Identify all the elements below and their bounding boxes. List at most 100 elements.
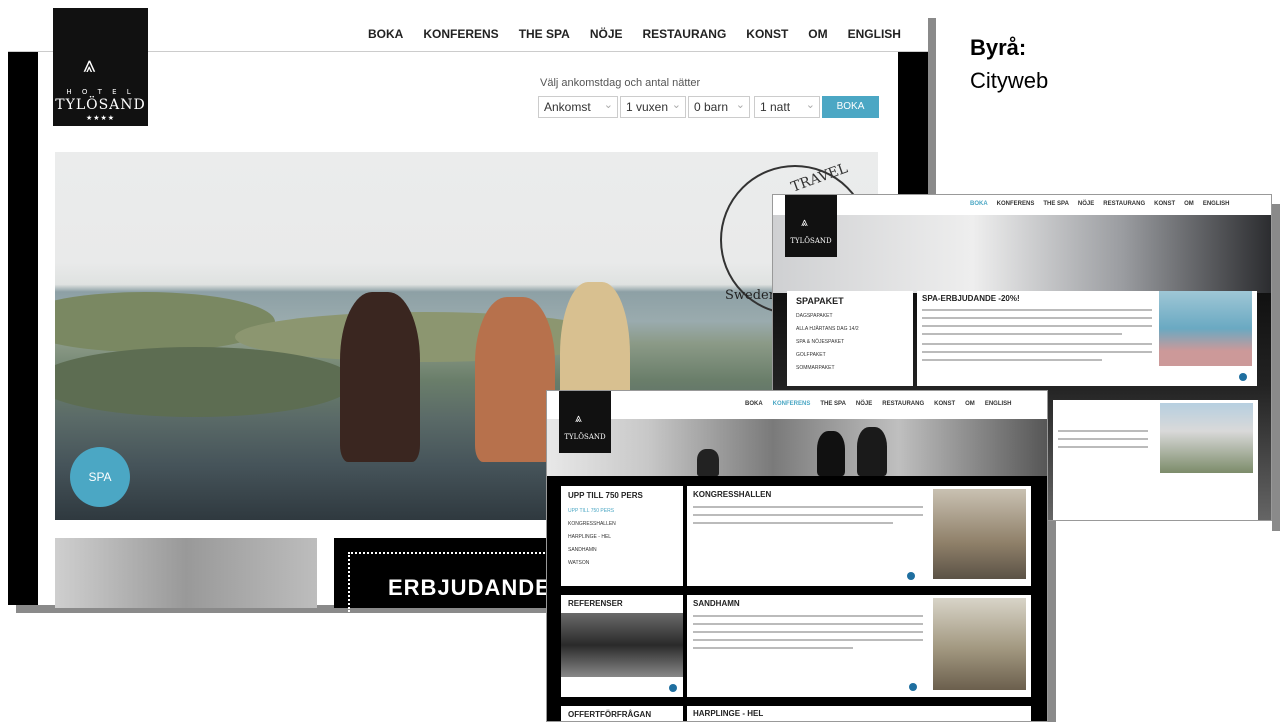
crown-icon: ⩓ [801, 215, 808, 229]
conf-logo-name: TYLÖSAND [564, 433, 606, 441]
conf-nav-noje[interactable]: NÖJE [856, 401, 872, 407]
text-line [693, 631, 923, 633]
crown-icon: ⩓ [575, 411, 582, 425]
spa-menu-item[interactable]: GOLFPAKET [796, 352, 826, 358]
conf-menu-title: UPP TILL 750 PERS [568, 491, 643, 500]
spa-nav-boka[interactable]: BOKA [970, 201, 988, 207]
nav-item-konst[interactable]: KONST [746, 27, 788, 41]
spa-screenshot-shadow [1272, 204, 1280, 531]
text-line [922, 309, 1152, 311]
nav-item-konferens[interactable]: KONFERENS [423, 27, 498, 41]
award-country: Sweden [725, 288, 778, 303]
sandhamn-thumbnail [933, 598, 1026, 690]
dune-shape [55, 347, 355, 417]
crown-icon: ⩓ [83, 53, 96, 78]
conf-nav-restaurang[interactable]: RESTAURANG [882, 401, 924, 407]
conf-nav-boka[interactable]: BOKA [745, 401, 763, 407]
conf-section3-title: HARPLINGE - HEL [693, 709, 764, 718]
spa-offer-title: SPA-ERBJUDANDE -20%! [922, 294, 1020, 303]
references-photo [561, 613, 683, 677]
logo-name: TYLÖSAND [55, 97, 146, 113]
spa-menu-item[interactable]: SOMMARPAKET [796, 365, 835, 371]
conf-offer-title: OFFERTFÖRFRÅGAN [568, 710, 652, 719]
text-line [693, 506, 923, 508]
nav-item-the-spa[interactable]: THE SPA [519, 27, 570, 41]
spa-nav-noje[interactable]: NÖJE [1078, 201, 1094, 207]
text-line [1058, 438, 1148, 440]
agency-name: Cityweb [970, 68, 1049, 93]
conf-menu-item[interactable]: WATSON [568, 560, 589, 566]
conf-section2-title: SANDHAMN [693, 599, 740, 608]
text-line [922, 333, 1122, 335]
nav-item-restaurang[interactable]: RESTAURANG [643, 27, 727, 41]
nav-item-noje[interactable]: NÖJE [590, 27, 623, 41]
booking-label: Välj ankomstdag och antal nätter [540, 77, 701, 89]
person-figure [697, 449, 719, 476]
text-line [922, 351, 1152, 353]
conference-page-screenshot: BOKA KONFERENS THE SPA NÖJE RESTAURANG K… [546, 390, 1048, 722]
spa-menu-title: SPAPAKET [796, 296, 844, 306]
agency-label: Byrå: [970, 35, 1027, 60]
conf-hotel-logo[interactable]: ⩓ TYLÖSAND [559, 391, 611, 453]
children-select[interactable]: 0 barn [688, 96, 750, 118]
spa-nav-restaurang[interactable]: RESTAURANG [1103, 201, 1145, 207]
conf-menu-item-active[interactable]: UPP TILL 750 PERS [568, 508, 614, 514]
spa-nav-konferens[interactable]: KONFERENS [997, 201, 1035, 207]
conf-nav-konst[interactable]: KONST [934, 401, 955, 407]
spa-nav-the-spa[interactable]: THE SPA [1043, 201, 1069, 207]
conf-refs-title: REFERENSER [568, 599, 623, 608]
read-more-arrow-icon[interactable] [907, 572, 915, 580]
conf-offert-panel: OFFERTFÖRFRÅGAN [561, 706, 683, 721]
text-line [922, 343, 1152, 345]
hotel-logo[interactable]: ⩓ H O T E L TYLÖSAND ★★★★ [53, 8, 148, 126]
conf-nav: BOKA KONFERENS THE SPA NÖJE RESTAURANG K… [745, 401, 1011, 407]
spa-banner-image [773, 215, 1271, 293]
conf-nav-english[interactable]: ENGLISH [985, 401, 1012, 407]
spa-hotel-logo[interactable]: ⩓ TYLÖSAND [785, 195, 837, 257]
read-more-arrow-icon[interactable] [909, 683, 917, 691]
conf-banner-image [547, 419, 1047, 476]
text-line [693, 647, 853, 649]
conf-menu-panel: UPP TILL 750 PERS UPP TILL 750 PERS KONG… [561, 486, 683, 586]
conf-menu-item[interactable]: KONGRESSHALLEN [568, 521, 616, 527]
adults-select[interactable]: 1 vuxen [620, 96, 686, 118]
spa-nav-konst[interactable]: KONST [1154, 201, 1175, 207]
nav-item-boka[interactable]: BOKA [368, 27, 403, 41]
read-more-arrow-icon[interactable] [669, 684, 677, 692]
boka-button[interactable]: BOKA [822, 96, 879, 118]
spa-menu-item[interactable]: DAGSPAPAKET [796, 313, 833, 319]
arrival-select[interactable]: Ankomst [538, 96, 618, 118]
spa-badge[interactable]: SPA [70, 447, 130, 507]
conf-kongresshallen-panel: KONGRESSHALLEN [687, 486, 1031, 586]
conf-menu-item[interactable]: SANDHAMN [568, 547, 597, 553]
text-line [693, 522, 893, 524]
spa-menu-item[interactable]: SPA & NÖJESPAKET [796, 339, 844, 345]
spa-robes-thumbnail [1160, 403, 1253, 473]
conf-nav-konferens[interactable]: KONFERENS [773, 401, 811, 407]
logo-hotel-text: H O T E L [66, 88, 135, 96]
text-line [1058, 430, 1148, 432]
conf-menu-item[interactable]: HARPLINGE - HEL [568, 534, 611, 540]
spa-menu-item[interactable]: ALLA HJÄRTANS DAG 14/2 [796, 326, 859, 332]
nights-select[interactable]: 1 natt [754, 96, 820, 118]
read-more-arrow-icon[interactable] [1239, 373, 1247, 381]
text-line [693, 623, 923, 625]
nav-item-om[interactable]: OM [808, 27, 827, 41]
text-line [693, 639, 923, 641]
text-line [1058, 446, 1148, 448]
person-figure [340, 292, 420, 462]
person-figure [817, 431, 845, 476]
spa-offer-thumbnail [1159, 291, 1252, 366]
nav-item-english[interactable]: ENGLISH [848, 27, 901, 41]
conf-referenser-panel: REFERENSER [561, 595, 683, 697]
spa-nav-english[interactable]: ENGLISH [1203, 201, 1230, 207]
spa-nav: BOKA KONFERENS THE SPA NÖJE RESTAURANG K… [970, 201, 1229, 207]
conf-nav-om[interactable]: OM [965, 401, 975, 407]
text-line [922, 325, 1152, 327]
conf-nav-the-spa[interactable]: THE SPA [820, 401, 846, 407]
conf-sandhamn-panel: SANDHAMN [687, 595, 1031, 697]
person-figure [475, 297, 555, 462]
spa-nav-om[interactable]: OM [1184, 201, 1194, 207]
conf-harplinge-panel: HARPLINGE - HEL [687, 706, 1031, 721]
promo-image-left [55, 538, 317, 608]
